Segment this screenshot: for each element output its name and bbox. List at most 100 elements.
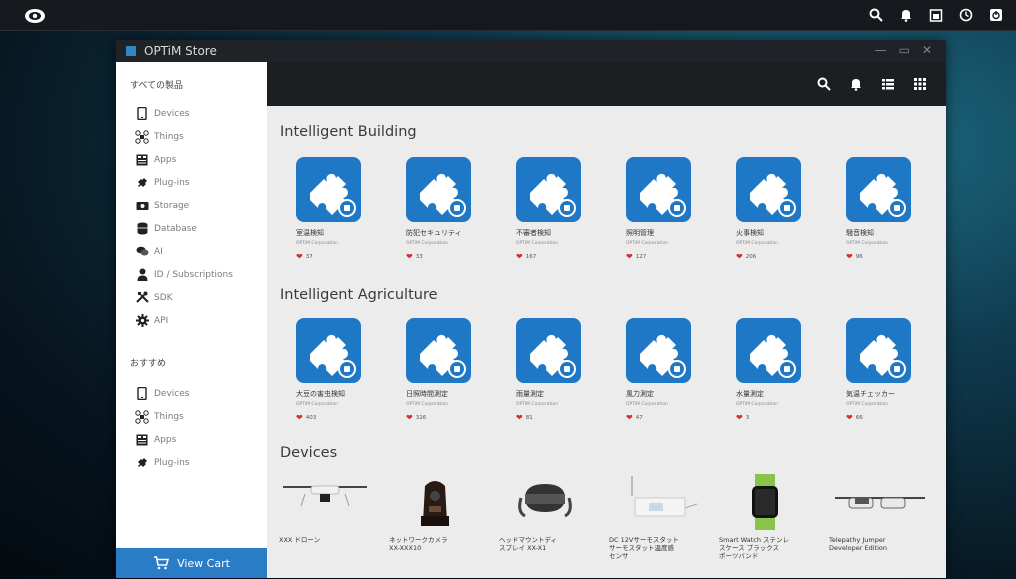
walk-icon (558, 199, 576, 217)
thermostat-image[interactable] (605, 472, 715, 532)
plugin-tile-icon[interactable] (406, 157, 471, 222)
calendar-icon[interactable] (928, 7, 944, 23)
plugin-tile-icon[interactable] (626, 318, 691, 383)
app-card[interactable]: 不審者検知 OPTiM Corporation ❤ 167 (516, 157, 626, 261)
heart-icon[interactable]: ❤ (626, 253, 633, 261)
devices-row: XXX ドローン ネットワークカメラ XX-XXX10 ヘッドマウントディ スプレイ… (275, 472, 935, 560)
device-name: XXX ドローン (279, 536, 321, 544)
sidebar: すべての製品 Devices Things Apps Plug-ins Storage D… (116, 62, 268, 578)
camera-image[interactable] (385, 472, 495, 532)
sidebar-item-things[interactable]: Things (134, 405, 190, 428)
smartwatch-image[interactable] (715, 472, 825, 532)
app-card[interactable]: 防犯セキュリティ OPTiM Corporation ❤ 33 (406, 157, 516, 261)
heart-icon[interactable]: ❤ (516, 414, 523, 422)
vr-headset-image[interactable] (495, 472, 605, 532)
device-card[interactable]: Telepathy Jumper Developer Edition (825, 472, 935, 560)
device-card[interactable]: ヘッドマウントディ スプレイ XX-X1 (495, 472, 605, 560)
app-card[interactable]: 雨量測定 OPTiM Corporation ❤ 81 (516, 318, 626, 422)
view-cart-button[interactable]: View Cart (116, 548, 267, 578)
cloud-logo-icon[interactable] (24, 6, 46, 24)
app-card[interactable]: 大豆の害虫検知 OPTiM Corporation ❤ 403 (296, 318, 406, 422)
device-name: ネットワークカメラ XX-XXX10 (389, 536, 448, 552)
app-card[interactable]: 日照時間測定 OPTiM Corporation ❤ 326 (406, 318, 516, 422)
plugin-tile-icon[interactable] (736, 157, 801, 222)
app-card[interactable]: 水量測定 OPTiM Corporation ❤ 3 (736, 318, 846, 422)
plugin-tile-icon[interactable] (846, 318, 911, 383)
app-card[interactable]: 室温検知 OPTiM Corporation ❤ 37 (296, 157, 406, 261)
sidebar-item-devices[interactable]: Devices (134, 382, 190, 405)
sidebar-item-plug-ins[interactable]: Plug-ins (134, 451, 190, 474)
device-card[interactable]: Smart Watch ステンレ スケース ブラックス ポーツバンド (715, 472, 825, 560)
sidebar-section-recommended: おすすめ (130, 359, 167, 369)
window-titlebar[interactable]: OPTiM Store — ▭ ✕ (116, 40, 946, 62)
heart-icon[interactable]: ❤ (516, 253, 523, 261)
device-card[interactable]: ネットワークカメラ XX-XXX10 (385, 472, 495, 560)
power-icon[interactable] (988, 7, 1004, 23)
sidebar-item-label: Apps (154, 154, 177, 165)
app-card[interactable]: 風力測定 OPTiM Corporation ❤ 47 (626, 318, 736, 422)
sidebar-item-devices[interactable]: Devices (134, 102, 233, 125)
app-card[interactable]: 照明管理 OPTiM Corporation ❤ 127 (626, 157, 736, 261)
sidebar-item-plug-ins[interactable]: Plug-ins (134, 171, 233, 194)
heart-icon[interactable]: ❤ (296, 253, 303, 261)
plugin-tile-icon[interactable] (516, 318, 581, 383)
app-card[interactable]: 騒音検知 OPTiM Corporation ❤ 96 (846, 157, 956, 261)
likes-value: 3 (745, 415, 750, 421)
device-card[interactable]: DC 12Vサーモスタット サーモスタット温度感 センサ (605, 472, 715, 560)
app-publisher: OPTiM Corporation (626, 402, 669, 407)
app-publisher: OPTiM Corporation (626, 241, 669, 246)
sidebar-item-ai[interactable]: AI (134, 240, 233, 263)
sidebar-item-apps[interactable]: Apps (134, 428, 190, 451)
maximize-icon[interactable]: ▭ (899, 43, 910, 57)
close-icon[interactable]: ✕ (922, 43, 932, 57)
smartglasses-image[interactable] (825, 472, 935, 532)
likes-count: ❤ 96 (846, 253, 956, 261)
plugin-tile-icon[interactable] (736, 318, 801, 383)
device-card[interactable]: XXX ドローン (275, 472, 385, 560)
heart-icon[interactable]: ❤ (626, 414, 633, 422)
grid-view-icon[interactable] (912, 76, 928, 92)
plugin-tile-icon[interactable] (516, 157, 581, 222)
app-icon (126, 46, 136, 56)
bell-icon[interactable] (848, 76, 864, 92)
plugin-tile-icon[interactable] (846, 157, 911, 222)
category-row-building: 室温検知 OPTiM Corporation ❤ 37 防犯セキュリティ OPTiM Co… (296, 157, 956, 261)
search-icon[interactable] (816, 76, 832, 92)
heart-icon[interactable]: ❤ (846, 414, 853, 422)
sidebar-item-id-subscriptions[interactable]: ID / Subscriptions (134, 263, 233, 286)
plugin-tile-icon[interactable] (296, 318, 361, 383)
sidebar-item-database[interactable]: Database (134, 217, 233, 240)
heart-icon[interactable]: ❤ (736, 414, 743, 422)
likes-value: 66 (855, 415, 863, 421)
likes-value: 127 (635, 254, 647, 260)
likes-count: ❤ 66 (846, 414, 956, 422)
device-name: DC 12Vサーモスタット サーモスタット温度感 センサ (609, 536, 679, 560)
fire-icon (778, 199, 796, 217)
heart-icon[interactable]: ❤ (736, 253, 743, 261)
app-card[interactable]: 気温チェッカー OPTiM Corporation ❤ 66 (846, 318, 956, 422)
search-icon[interactable] (868, 7, 884, 23)
sidebar-item-storage[interactable]: Storage (134, 194, 233, 217)
likes-value: 33 (415, 254, 423, 260)
sidebar-item-apps[interactable]: Apps (134, 148, 233, 171)
list-view-icon[interactable] (880, 76, 896, 92)
bell-icon[interactable] (898, 7, 914, 23)
sidebar-item-api[interactable]: API (134, 309, 233, 332)
heart-icon[interactable]: ❤ (296, 414, 303, 422)
cloud-icon (558, 360, 576, 378)
drone-image[interactable] (275, 472, 385, 532)
sidebar-item-things[interactable]: Things (134, 125, 233, 148)
app-name: 水量測定 (736, 390, 764, 398)
heart-icon[interactable]: ❤ (406, 414, 413, 422)
plugin-tile-icon[interactable] (296, 157, 361, 222)
clock-icon[interactable] (958, 7, 974, 23)
gear-icon (134, 314, 150, 328)
heart-icon[interactable]: ❤ (406, 253, 413, 261)
minimize-icon[interactable]: — (875, 43, 887, 57)
app-card[interactable]: 火事検知 OPTiM Corporation ❤ 206 (736, 157, 846, 261)
plugin-tile-icon[interactable] (626, 157, 691, 222)
plugin-tile-icon[interactable] (406, 318, 471, 383)
heart-icon[interactable]: ❤ (846, 253, 853, 261)
os-menu-bar (0, 0, 1016, 31)
sidebar-item-sdk[interactable]: SDK (134, 286, 233, 309)
